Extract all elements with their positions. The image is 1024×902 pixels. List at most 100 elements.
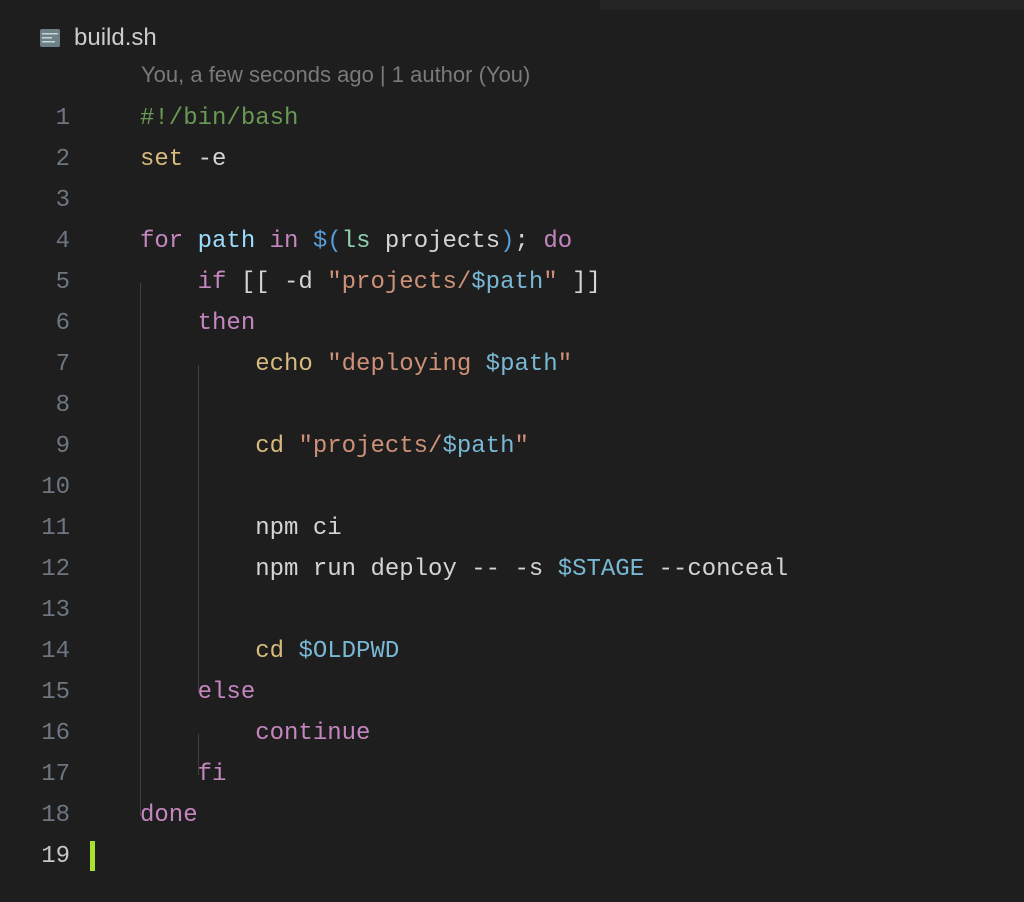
token-plain (183, 228, 197, 255)
indent-guide (140, 652, 141, 693)
code-line[interactable]: 9 cd "projects/$path" (0, 426, 1024, 467)
line-number[interactable]: 6 (0, 303, 88, 344)
indent-guide (140, 775, 141, 816)
code-content[interactable]: else (88, 672, 255, 713)
line-number[interactable]: 2 (0, 139, 88, 180)
code-content[interactable]: if [[ -d "projects/$path" ]] (88, 262, 601, 303)
indent-guide (198, 406, 199, 447)
token-string: "projects/ (327, 269, 471, 296)
tab-strip[interactable] (0, 0, 1024, 10)
line-number[interactable]: 17 (0, 754, 88, 795)
token-string: " (558, 351, 572, 378)
line-number[interactable]: 9 (0, 426, 88, 467)
token-plain: run deploy -- -s (298, 556, 557, 583)
code-content[interactable]: set -e (88, 139, 226, 180)
line-number[interactable]: 1 (0, 98, 88, 139)
token-plain (140, 761, 198, 788)
indent-guide (198, 734, 199, 775)
code-content[interactable]: done (88, 795, 198, 836)
code-line[interactable]: 3 (0, 180, 1024, 221)
code-line[interactable]: 16 continue (0, 713, 1024, 754)
token-plain (284, 433, 298, 460)
file-header: build.sh (0, 10, 1024, 60)
code-line[interactable]: 19 (0, 836, 1024, 877)
code-content[interactable]: npm ci (88, 508, 342, 549)
indent-guide (140, 283, 141, 324)
indent-guide (140, 570, 141, 611)
code-content[interactable]: then (88, 303, 255, 344)
line-number[interactable]: 5 (0, 262, 88, 303)
code-line[interactable]: 10 (0, 467, 1024, 508)
token-cmd: set (140, 146, 183, 173)
code-line[interactable]: 5 if [[ -d "projects/$path" ]] (0, 262, 1024, 303)
line-number[interactable]: 8 (0, 385, 88, 426)
code-line[interactable]: 1#!/bin/bash (0, 98, 1024, 139)
token-dollar: $( (313, 228, 342, 255)
line-number[interactable]: 11 (0, 508, 88, 549)
token-keyword: if (198, 269, 227, 296)
code-line[interactable]: 8 (0, 385, 1024, 426)
code-content[interactable]: echo "deploying $path" (88, 344, 572, 385)
code-line[interactable]: 2set -e (0, 139, 1024, 180)
code-line[interactable]: 13 (0, 590, 1024, 631)
line-number[interactable]: 14 (0, 631, 88, 672)
code-line[interactable]: 17 fi (0, 754, 1024, 795)
token-cmd: cd (255, 638, 284, 665)
token-cmd: echo (255, 351, 313, 378)
line-number[interactable]: 3 (0, 180, 88, 221)
line-number[interactable]: 19 (0, 836, 88, 877)
indent-guide (198, 611, 199, 652)
code-line[interactable]: 4for path in $(ls projects); do (0, 221, 1024, 262)
line-number[interactable]: 4 (0, 221, 88, 262)
code-content[interactable]: #!/bin/bash (88, 98, 298, 139)
token-plain: projects (370, 228, 500, 255)
code-line[interactable]: 7 echo "deploying $path" (0, 344, 1024, 385)
token-plain: ci (298, 515, 341, 542)
code-line[interactable]: 14 cd $OLDPWD (0, 631, 1024, 672)
token-keyword: continue (255, 720, 370, 747)
indent-guide (198, 365, 199, 406)
code-line[interactable]: 6 then (0, 303, 1024, 344)
token-plain (140, 679, 198, 706)
token-fn: ls (342, 228, 371, 255)
code-line[interactable]: 11 npm ci (0, 508, 1024, 549)
token-op: ; (515, 228, 544, 255)
token-string: " (514, 433, 528, 460)
line-number[interactable]: 13 (0, 590, 88, 631)
code-line[interactable]: 15 else (0, 672, 1024, 713)
code-line[interactable]: 12 npm run deploy -- -s $STAGE --conceal (0, 549, 1024, 590)
code-content[interactable]: cd "projects/$path" (88, 426, 529, 467)
line-number[interactable]: 7 (0, 344, 88, 385)
indent-guide (140, 529, 141, 570)
line-number[interactable]: 10 (0, 467, 88, 508)
token-plain: -e (183, 146, 226, 173)
shell-file-icon (38, 26, 62, 50)
token-keyword: fi (198, 761, 227, 788)
line-number[interactable]: 12 (0, 549, 88, 590)
code-line[interactable]: 18done (0, 795, 1024, 836)
token-varexp: $path (442, 433, 514, 460)
code-content[interactable]: continue (88, 713, 370, 754)
git-blame-annotation[interactable]: You, a few seconds ago | 1 author (You) (0, 60, 1024, 98)
indent-guide (140, 324, 141, 365)
code-content[interactable]: npm run deploy -- -s $STAGE --conceal (88, 549, 788, 590)
indent-guide (140, 365, 141, 406)
indent-guide (140, 611, 141, 652)
line-number[interactable]: 18 (0, 795, 88, 836)
indent-guide (198, 529, 199, 570)
code-content[interactable]: for path in $(ls projects); do (88, 221, 572, 262)
code-content[interactable]: fi (88, 754, 226, 795)
active-tab-region[interactable] (0, 0, 600, 10)
indent-guide (140, 693, 141, 734)
token-plain: npm (255, 556, 298, 583)
code-content[interactable]: cd $OLDPWD (88, 631, 399, 672)
token-varexp: $OLDPWD (298, 638, 399, 665)
indent-guide (198, 488, 199, 529)
token-plain (140, 269, 198, 296)
line-number[interactable]: 16 (0, 713, 88, 754)
code-editor[interactable]: 1#!/bin/bash2set -e34for path in $(ls pr… (0, 98, 1024, 877)
token-plain (140, 310, 198, 337)
token-plain (284, 638, 298, 665)
token-plain (298, 228, 312, 255)
line-number[interactable]: 15 (0, 672, 88, 713)
